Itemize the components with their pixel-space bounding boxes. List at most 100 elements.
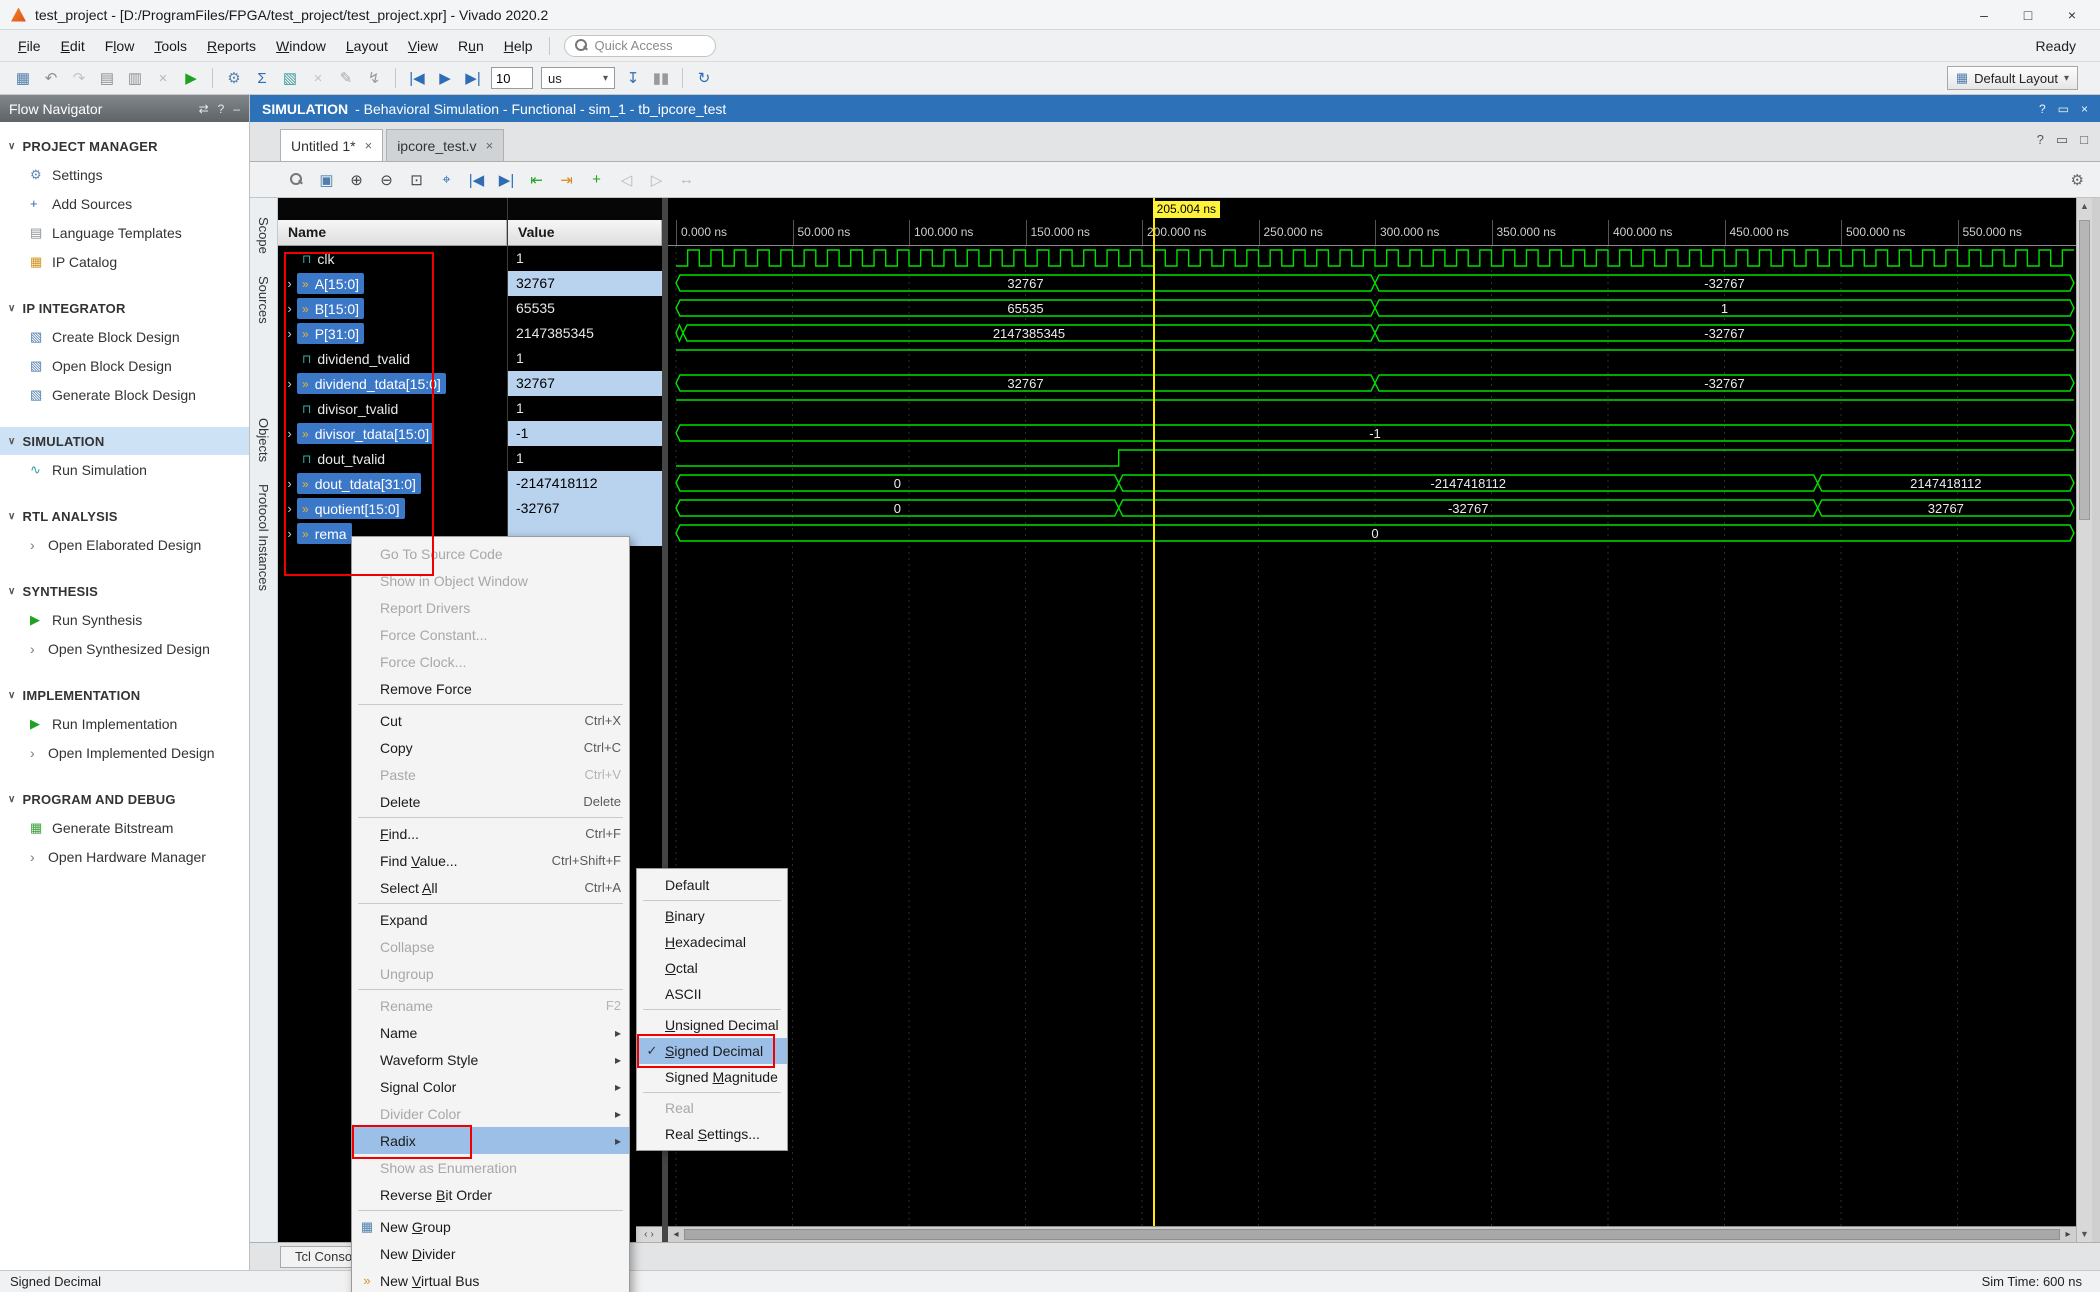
expander-icon[interactable]: › — [282, 426, 297, 441]
close-button[interactable]: × — [2050, 1, 2094, 29]
signal-name-row[interactable]: ›»P[31:0] — [278, 321, 507, 346]
signal-name-row[interactable]: ⊓clk — [278, 246, 507, 271]
horizontal-scroll-thumb[interactable] — [684, 1229, 2060, 1240]
zoom-fit-icon[interactable]: ⊡ — [404, 167, 429, 192]
zoom-out-icon[interactable]: ⊖ — [374, 167, 399, 192]
previous-transition-icon[interactable]: ⇤ — [524, 167, 549, 192]
flow-nav-help-icon[interactable]: ? — [218, 102, 225, 116]
expander-icon[interactable]: › — [282, 376, 297, 391]
flow-item-create-block-design[interactable]: ▧Create Block Design — [0, 322, 249, 351]
flow-item-open-synthesized-design[interactable]: ›Open Synthesized Design — [0, 634, 249, 663]
value-column-header[interactable]: Value — [508, 220, 662, 246]
signal-name-row[interactable]: ⊓dout_tvalid — [278, 446, 507, 471]
expander-icon[interactable]: › — [282, 301, 297, 316]
zoom-in-icon[interactable]: ⊕ — [344, 167, 369, 192]
tab-untitled-1[interactable]: Untitled 1*× — [280, 129, 383, 161]
relaunch-icon[interactable]: ↻ — [691, 66, 717, 90]
panel-help-icon[interactable]: ? — [2039, 102, 2046, 116]
menu-item-cut[interactable]: CutCtrl+X — [352, 707, 629, 734]
pause-icon[interactable]: ▮▮ — [648, 66, 674, 90]
menu-item-signal-color[interactable]: Signal Color▸ — [352, 1073, 629, 1100]
menu-layout[interactable]: Layout — [336, 33, 398, 59]
flow-item-settings[interactable]: ⚙Settings — [0, 160, 249, 189]
menu-item-radix[interactable]: Radix▸ — [352, 1127, 629, 1154]
sim-run-time-input[interactable] — [491, 67, 533, 89]
flow-item-open-block-design[interactable]: ▧Open Block Design — [0, 351, 249, 380]
menu-item-name[interactable]: Name▸ — [352, 1019, 629, 1046]
expander-icon[interactable]: › — [282, 276, 297, 291]
menu-item-reverse-bit-order[interactable]: Reverse Bit Order — [352, 1181, 629, 1208]
next-transition-icon[interactable]: ⇥ — [554, 167, 579, 192]
cancel-icon[interactable]: × — [305, 66, 331, 90]
swap-cursors-icon[interactable]: ↔ — [674, 167, 699, 192]
menu-run[interactable]: Run — [448, 33, 494, 59]
menu-item-expand[interactable]: Expand — [352, 906, 629, 933]
tabbar-float-icon[interactable]: ▭ — [2056, 132, 2068, 148]
cursor-line[interactable] — [1153, 198, 1155, 1226]
expander-icon[interactable]: › — [282, 476, 297, 491]
menu-item-octal[interactable]: Octal — [637, 955, 787, 981]
menu-flow[interactable]: Flow — [95, 33, 145, 59]
save-waveform-icon[interactable]: ▣ — [314, 167, 339, 192]
side-tab-protocol-instances[interactable]: Protocol Instances — [256, 475, 271, 600]
flow-section-simulation[interactable]: ∨SIMULATION — [0, 427, 249, 455]
scroll-down-icon[interactable]: ▼ — [2077, 1226, 2092, 1242]
step-icon[interactable]: ↧ — [620, 66, 646, 90]
dashboard-icon[interactable]: ▦ — [10, 66, 36, 90]
menu-item-select-all[interactable]: Select AllCtrl+A — [352, 874, 629, 901]
menu-view[interactable]: View — [398, 33, 448, 59]
expander-icon[interactable]: › — [282, 526, 297, 541]
delete-icon[interactable]: × — [150, 66, 176, 90]
flow-section-implementation[interactable]: ∨IMPLEMENTATION — [0, 681, 249, 709]
menu-edit[interactable]: Edit — [51, 33, 95, 59]
menu-item-binary[interactable]: Binary — [637, 903, 787, 929]
menu-window[interactable]: Window — [266, 33, 336, 59]
close-tab-icon[interactable]: × — [365, 138, 373, 153]
menu-item-ascii[interactable]: ASCII — [637, 981, 787, 1007]
redo-icon[interactable]: ↷ — [66, 66, 92, 90]
wave-settings-gear-icon[interactable]: ⚙ — [2071, 171, 2084, 189]
menu-help[interactable]: Help — [494, 33, 543, 59]
flow-section-rtl-analysis[interactable]: ∨RTL ANALYSIS — [0, 502, 249, 530]
flow-item-run-synthesis[interactable]: ▶Run Synthesis — [0, 605, 249, 634]
scroll-up-icon[interactable]: ▲ — [2077, 198, 2092, 214]
side-tab-scope[interactable]: Scope — [256, 208, 271, 263]
settings-gear-icon[interactable]: ⚙ — [221, 66, 247, 90]
go-to-time-start-icon[interactable]: |◀ — [464, 167, 489, 192]
find-icon[interactable] — [284, 167, 309, 192]
flow-item-generate-block-design[interactable]: ▧Generate Block Design — [0, 380, 249, 409]
side-tab-objects[interactable]: Objects — [256, 409, 271, 471]
maximize-button[interactable]: □ — [2006, 1, 2050, 29]
zoom-to-cursor-icon[interactable]: ⌖ — [434, 167, 459, 192]
scroll-left-icon[interactable]: ◂ — [668, 1229, 684, 1240]
scroll-left-icon[interactable]: ‹ — [644, 1229, 647, 1240]
expander-icon[interactable]: › — [282, 326, 297, 341]
menu-item-real-settings[interactable]: Real Settings... — [637, 1121, 787, 1147]
flow-item-open-elaborated-design[interactable]: ›Open Elaborated Design — [0, 530, 249, 559]
sum-icon[interactable]: Σ — [249, 66, 275, 90]
tab-ipcore-test-v[interactable]: ipcore_test.v× — [386, 129, 504, 161]
menu-item-new-divider[interactable]: New Divider — [352, 1240, 629, 1267]
flow-item-open-implemented-design[interactable]: ›Open Implemented Design — [0, 738, 249, 767]
menu-item-unsigned-decimal[interactable]: Unsigned Decimal — [637, 1012, 787, 1038]
next-marker-icon[interactable]: ▷ — [644, 167, 669, 192]
signal-name-row[interactable]: ⊓divisor_tvalid — [278, 396, 507, 421]
close-tab-icon[interactable]: × — [486, 138, 494, 153]
edit-icon[interactable]: ✎ — [333, 66, 359, 90]
flow-item-run-implementation[interactable]: ▶Run Implementation — [0, 709, 249, 738]
minimize-button[interactable]: – — [1962, 1, 2006, 29]
signal-name-row[interactable]: ›»A[15:0] — [278, 271, 507, 296]
menu-item-find[interactable]: Find...Ctrl+F — [352, 820, 629, 847]
collapse-panel-icon[interactable]: – — [233, 102, 240, 116]
cursor-time-label[interactable]: 205.004 ns — [1153, 201, 1220, 218]
tabbar-help-icon[interactable]: ? — [2037, 132, 2044, 148]
add-marker-icon[interactable]: + — [584, 167, 609, 192]
menu-item-waveform-style[interactable]: Waveform Style▸ — [352, 1046, 629, 1073]
vertical-scrollbar[interactable]: ▲ ▼ — [2076, 198, 2092, 1242]
menu-tools[interactable]: Tools — [144, 33, 197, 59]
menu-item-remove-force[interactable]: Remove Force — [352, 675, 629, 702]
waveform-canvas[interactable]: 32767-327676553512147385345-3276732767-3… — [668, 246, 2076, 1226]
timeline-ruler[interactable]: 0.000 ns50.000 ns100.000 ns150.000 ns200… — [668, 220, 2076, 246]
signal-name-row[interactable]: ›»divisor_tdata[15:0] — [278, 421, 507, 446]
menu-item-default[interactable]: Default — [637, 872, 787, 898]
